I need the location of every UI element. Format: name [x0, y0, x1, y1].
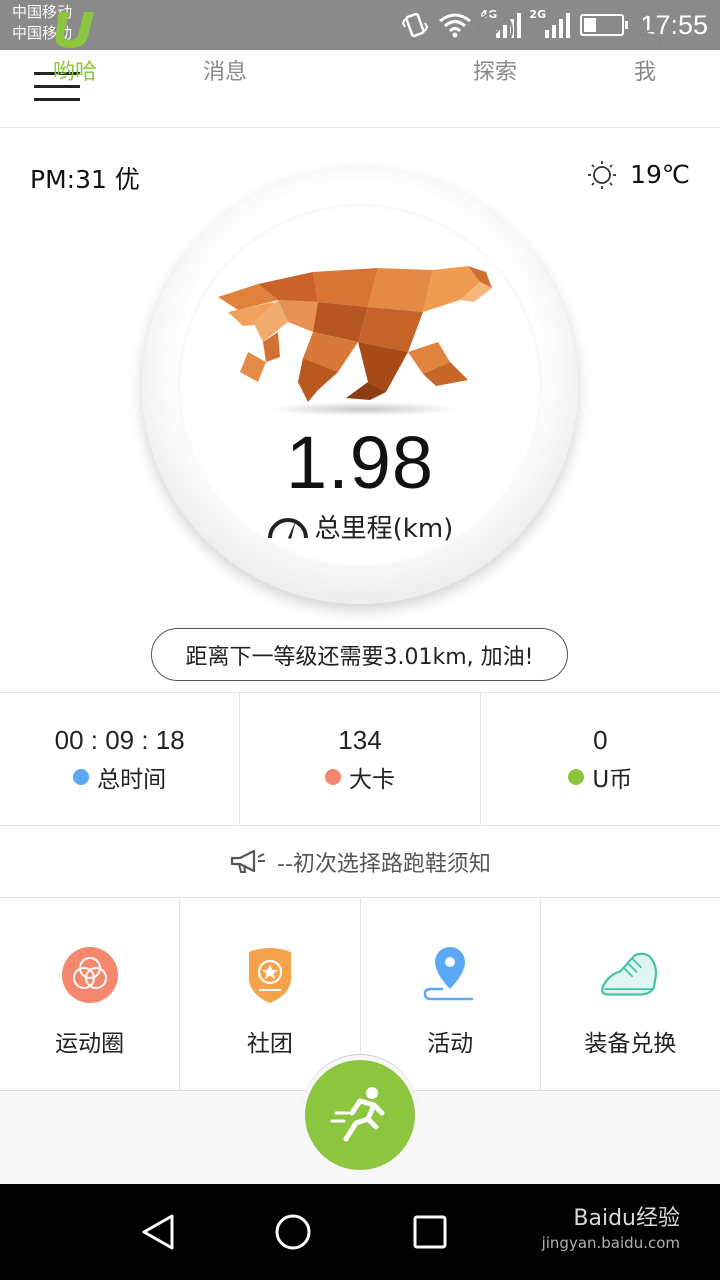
home-icon[interactable]: [273, 1212, 313, 1252]
feature-gear-exchange[interactable]: 装备兑换: [541, 898, 720, 1090]
cheetah-shadow: [268, 402, 458, 416]
megaphone-icon: [230, 849, 266, 873]
watermark-brand: Baidu经验: [573, 1206, 680, 1231]
air-quality-label: PM:31 优: [30, 165, 140, 194]
feature-label: 社团: [246, 1031, 293, 1057]
system-nav-bar: Baidu经验 jingyan.baidu.com: [0, 1184, 720, 1280]
feature-label: 装备兑换: [584, 1031, 677, 1057]
stat-u-coins: 0 U币: [481, 693, 720, 825]
shoe-icon: [599, 944, 661, 1006]
temperature-label: 19℃: [630, 160, 690, 189]
runner-icon: [330, 1087, 385, 1142]
stat-calories: 134 大卡: [240, 693, 481, 825]
compass-icon: [476, 11, 514, 49]
blue-dot-icon: [73, 768, 90, 785]
recents-icon[interactable]: [410, 1212, 450, 1252]
feature-sports-circle[interactable]: 运动圈: [0, 898, 181, 1090]
tab-label: 我: [633, 60, 656, 85]
stat-label: U币: [592, 766, 633, 793]
stat-value: 134: [338, 724, 382, 755]
speedometer-icon: [267, 517, 308, 539]
user-icon: [627, 12, 663, 49]
tab-label: 探索: [472, 60, 517, 85]
tab-explore[interactable]: 探索: [440, 10, 550, 86]
back-icon[interactable]: [138, 1212, 178, 1252]
stat-total-time: 00 : 09 : 18 总时间: [0, 693, 241, 825]
sun-icon: [588, 160, 617, 189]
tab-home[interactable]: 哟哈: [20, 10, 130, 86]
feature-label: 运动圈: [55, 1031, 125, 1057]
feature-label: 活动: [427, 1031, 474, 1057]
badge-icon: [239, 944, 301, 1006]
stat-label: 大卡: [348, 766, 395, 793]
stat-value: 0: [593, 724, 608, 755]
tab-label: 消息: [202, 60, 247, 85]
total-distance-label-row: 总里程(km): [0, 508, 720, 545]
chat-bubble-icon: [206, 11, 242, 50]
tab-me[interactable]: 我: [590, 10, 700, 86]
circles-icon: [59, 944, 121, 1006]
total-distance-label: 总里程(km): [314, 514, 454, 544]
stat-value: 00 : 09 : 18: [54, 724, 185, 755]
weather-indicator: 19℃: [588, 160, 690, 189]
announcement-bar[interactable]: --初次选择路跑鞋须知: [0, 826, 720, 898]
green-dot-icon: [568, 768, 585, 785]
tab-label: 哟哈: [52, 60, 97, 85]
vibrate-icon: [402, 12, 429, 38]
start-run-button[interactable]: [305, 1060, 415, 1170]
cheetah-illustration: [218, 266, 492, 402]
level-progress-tip: 距离下一等级还需要3.01km, 加油!: [151, 628, 568, 681]
total-distance-value: 1.98: [285, 421, 435, 504]
u-logo-icon: [55, 12, 94, 48]
watermark-url: jingyan.baidu.com: [541, 1234, 680, 1252]
coral-dot-icon: [324, 768, 341, 785]
announcement-text: --初次选择路跑鞋须知: [277, 851, 491, 877]
stat-label: 总时间: [97, 766, 167, 793]
tab-messages[interactable]: 消息: [170, 10, 280, 86]
location-pin-icon: [419, 944, 481, 1006]
stats-row: 00 : 09 : 18 总时间 134 大卡 0 U币: [0, 692, 720, 826]
